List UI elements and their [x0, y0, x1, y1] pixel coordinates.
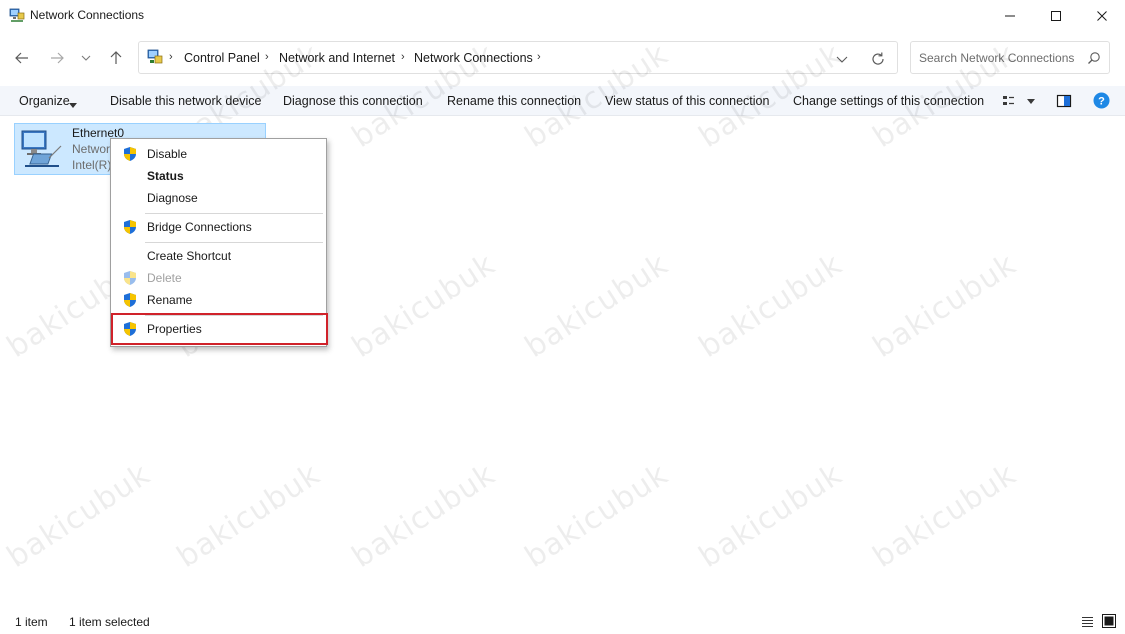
- selected-count: 1 item selected: [69, 615, 150, 629]
- up-button[interactable]: [106, 48, 126, 68]
- menu-item-status[interactable]: Status: [113, 165, 324, 187]
- menu-item-disable[interactable]: Disable: [113, 143, 324, 165]
- menu-item-delete[interactable]: Delete: [113, 267, 324, 289]
- uac-shield-icon: [124, 147, 136, 161]
- refresh-button[interactable]: [870, 51, 886, 67]
- address-bar[interactable]: › Control Panel › Network and Internet ›…: [138, 41, 898, 74]
- search-box[interactable]: [910, 41, 1110, 74]
- recent-locations-button[interactable]: [79, 48, 93, 68]
- network-connections-icon: [9, 7, 25, 23]
- breadcrumb-separator-icon[interactable]: ›: [537, 51, 541, 63]
- uac-shield-icon: [124, 293, 136, 307]
- svg-text:?: ?: [1098, 96, 1105, 108]
- organize-button[interactable]: Organize: [19, 94, 70, 108]
- navigation-row: › Control Panel › Network and Internet ›…: [0, 40, 1125, 76]
- disable-device-button[interactable]: Disable this network device: [110, 94, 261, 108]
- maximize-button[interactable]: [1033, 0, 1079, 32]
- command-bar: Organize Disable this network device Dia…: [0, 86, 1125, 116]
- network-adapter-icon: [19, 128, 67, 172]
- maximize-icon: [1051, 11, 1061, 21]
- arrow-right-icon: [51, 52, 64, 64]
- minimize-icon: [1005, 15, 1015, 17]
- close-icon: [1097, 11, 1107, 21]
- forward-button[interactable]: [47, 48, 67, 68]
- arrow-left-icon: [15, 52, 28, 64]
- menu-item-label: Rename: [147, 293, 193, 307]
- breadcrumb-network-and-internet[interactable]: Network and Internet: [279, 51, 395, 65]
- search-icon[interactable]: [1087, 51, 1101, 65]
- breadcrumb-separator-icon[interactable]: ›: [401, 51, 405, 63]
- menu-item-rename[interactable]: Rename: [113, 289, 324, 311]
- menu-item-label: Bridge Connections: [147, 220, 252, 234]
- view-status-button[interactable]: View status of this connection: [605, 94, 769, 108]
- menu-item-create-shortcut[interactable]: Create Shortcut: [113, 245, 324, 267]
- uac-shield-icon: [124, 271, 136, 285]
- caret-down-icon[interactable]: [69, 98, 77, 108]
- help-icon: ?: [1093, 92, 1110, 109]
- preview-pane-button[interactable]: [1056, 93, 1072, 109]
- highlight-box: [111, 313, 328, 345]
- back-button[interactable]: [12, 48, 32, 68]
- breadcrumb-control-panel[interactable]: Control Panel: [184, 51, 260, 65]
- details-view-icon: [1082, 616, 1093, 628]
- status-bar: 1 item 1 item selected: [0, 608, 1125, 634]
- details-view-button[interactable]: [1081, 615, 1094, 628]
- menu-separator: [145, 213, 323, 214]
- preview-pane-icon: [1056, 94, 1072, 108]
- breadcrumb-separator-icon[interactable]: ›: [169, 51, 173, 63]
- chevron-down-icon: [81, 55, 91, 61]
- control-panel-icon: [147, 49, 163, 65]
- minimize-button[interactable]: [987, 0, 1033, 32]
- menu-item-label: Status: [147, 169, 184, 183]
- context-menu: Disable Status Diagnose Bridge Connectio…: [110, 138, 328, 347]
- menu-item-bridge-connections[interactable]: Bridge Connections: [113, 216, 324, 238]
- menu-item-diagnose[interactable]: Diagnose: [113, 187, 324, 209]
- connection-type: Networ: [72, 142, 111, 156]
- refresh-icon: [872, 52, 884, 65]
- menu-item-label: Diagnose: [147, 191, 198, 205]
- chevron-down-icon: [836, 56, 848, 63]
- diagnose-connection-button[interactable]: Diagnose this connection: [283, 94, 423, 108]
- menu-item-label: Create Shortcut: [147, 249, 232, 263]
- menu-item-label: Disable: [147, 147, 188, 161]
- change-view-button[interactable]: [1001, 93, 1039, 109]
- uac-shield-icon: [124, 220, 136, 234]
- help-button[interactable]: ?: [1093, 92, 1110, 109]
- close-button[interactable]: [1079, 0, 1125, 32]
- arrow-up-icon: [110, 51, 122, 64]
- change-settings-button[interactable]: Change settings of this connection: [793, 94, 984, 108]
- address-history-button[interactable]: [835, 52, 849, 66]
- tiles-view-icon: [1102, 614, 1116, 628]
- rename-connection-button[interactable]: Rename this connection: [447, 94, 581, 108]
- title-bar: Network Connections: [0, 0, 1125, 32]
- breadcrumb-network-connections[interactable]: Network Connections: [414, 51, 533, 65]
- search-input[interactable]: [919, 49, 1079, 67]
- item-count: 1 item: [15, 615, 48, 629]
- tiles-view-button[interactable]: [1102, 614, 1116, 628]
- menu-separator: [145, 242, 323, 243]
- window-title: Network Connections: [30, 8, 145, 22]
- view-options-icon: [1003, 96, 1035, 105]
- connection-device: Intel(R): [72, 158, 112, 172]
- breadcrumb-separator-icon[interactable]: ›: [265, 51, 269, 63]
- menu-item-label: Delete: [147, 271, 182, 285]
